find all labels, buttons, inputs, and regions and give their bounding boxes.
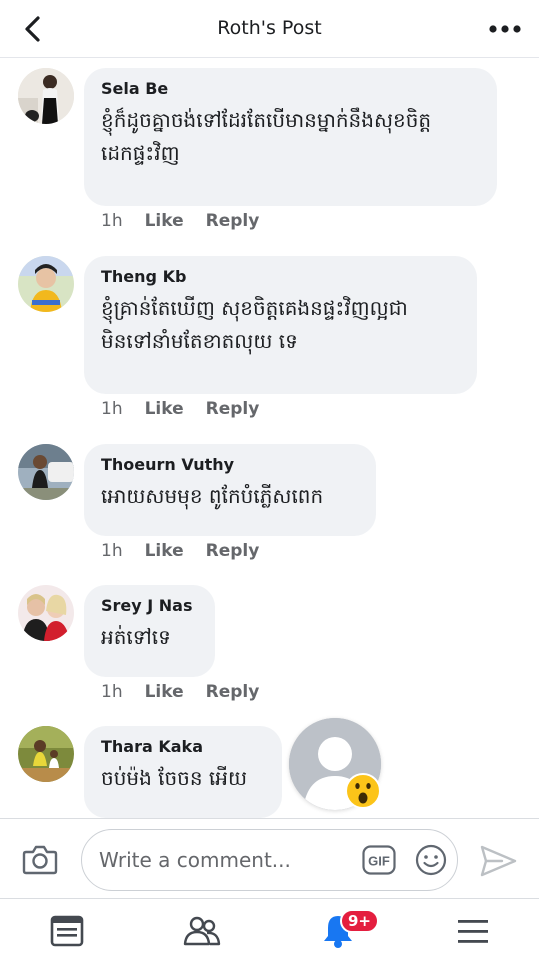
page-title: Roth's Post xyxy=(217,17,322,39)
gif-icon[interactable]: GIF xyxy=(362,845,396,875)
gif-label: GIF xyxy=(368,854,390,869)
comment-text-line: ចប់ម៉ង ចែចន អើយ xyxy=(101,766,248,790)
comment-text: អោយសមមុខ ពូកែបំភ្លើសពេក xyxy=(101,480,360,513)
bottom-navigation xyxy=(0,898,539,960)
camera-icon[interactable] xyxy=(22,841,58,877)
comment-author[interactable]: Theng Kb xyxy=(101,266,461,288)
comment-text: ខ្ញុំគ្រាន់តែឃើញ សុខចិត្តគេងនផ្ទះវិញល្អជ… xyxy=(101,292,461,358)
comment-bubble[interactable]: Sela Be ខ្ញុំក៏ដូចគ្នាចង់ទៅដែរតែបើមានម្ន… xyxy=(84,68,497,206)
comment-time: 1h xyxy=(101,682,123,702)
notification-badge: 9+ xyxy=(340,909,380,933)
comment-bubble[interactable]: Srey J Nas អត់ទៅទេ xyxy=(84,585,215,677)
like-button[interactable]: Like xyxy=(145,541,184,561)
emoji-icon[interactable] xyxy=(415,844,447,876)
friends-icon[interactable] xyxy=(182,911,222,951)
comment-text: ខ្ញុំក៏ដូចគ្នាចង់ទៅដែរតែបើមានម្នាក់នឹងសុ… xyxy=(101,104,481,170)
comment-list: Sela Be ខ្ញុំក៏ដូចគ្នាចង់ទៅដែរតែបើមានម្ន… xyxy=(0,58,539,818)
comment-input-placeholder: Write a comment... xyxy=(99,848,291,872)
reply-button[interactable]: Reply xyxy=(206,682,260,702)
comment-actions: 1h Like Reply xyxy=(101,541,259,561)
comment-author[interactable]: Sela Be xyxy=(101,78,481,100)
wow-reaction-icon xyxy=(345,773,381,809)
comment-text-line: អោយសមមុខ ពូកែបំភ្លើសពេក xyxy=(101,484,324,508)
comment-actions: 1h Like Reply xyxy=(101,682,259,702)
like-button[interactable]: Like xyxy=(145,682,184,702)
comment-text-line: ដេកផ្ទះវិញ xyxy=(101,141,180,165)
avatar[interactable] xyxy=(18,726,74,782)
reply-button[interactable]: Reply xyxy=(206,211,260,231)
avatar[interactable] xyxy=(18,68,74,124)
more-options-icon[interactable] xyxy=(487,14,523,44)
comment-composer: Write a comment... GIF xyxy=(0,818,539,898)
comment-author[interactable]: Thara Kaka xyxy=(101,736,266,758)
comment-text: ចប់ម៉ង ចែចន អើយ xyxy=(101,762,266,795)
comment-time: 1h xyxy=(101,211,123,231)
comment-input[interactable]: Write a comment... GIF xyxy=(81,829,458,891)
comment-bubble[interactable]: Thara Kaka ចប់ម៉ង ចែចន អើយ xyxy=(84,726,282,818)
comment-text-line: ខ្ញុំក៏ដូចគ្នាចង់ទៅដែរតែបើមានម្នាក់នឹងសុ… xyxy=(101,108,432,132)
avatar[interactable] xyxy=(18,444,74,500)
reply-button[interactable]: Reply xyxy=(206,541,260,561)
comment-text-line: ខ្ញុំគ្រាន់តែឃើញ សុខចិត្តគេងនផ្ទះវិញល្អជ… xyxy=(101,296,408,320)
comment-author[interactable]: Thoeurn Vuthy xyxy=(101,454,360,476)
send-icon[interactable] xyxy=(478,843,518,879)
top-bar: Roth's Post xyxy=(0,0,539,58)
avatar[interactable] xyxy=(18,585,74,641)
like-button[interactable]: Like xyxy=(145,399,184,419)
comment-time: 1h xyxy=(101,541,123,561)
comment-text-line: អត់ទៅទេ xyxy=(101,625,171,649)
comment-text: អត់ទៅទេ xyxy=(101,621,199,654)
like-button[interactable]: Like xyxy=(145,211,184,231)
comment-bubble[interactable]: Thoeurn Vuthy អោយសមមុខ ពូកែបំភ្លើសពេក xyxy=(84,444,376,536)
comment-bubble[interactable]: Theng Kb ខ្ញុំគ្រាន់តែឃើញ សុខចិត្តគេងនផ្… xyxy=(84,256,477,394)
comment-actions: 1h Like Reply xyxy=(101,211,259,231)
menu-icon[interactable] xyxy=(453,911,493,951)
comment-author[interactable]: Srey J Nas xyxy=(101,595,199,617)
comment-time: 1h xyxy=(101,399,123,419)
news-feed-icon[interactable] xyxy=(47,911,87,951)
comment-actions: 1h Like Reply xyxy=(101,399,259,419)
avatar[interactable] xyxy=(18,256,74,312)
comment-text-line: មិនទៅនាំមតែខាតលុយ ទេ xyxy=(101,329,298,353)
reply-button[interactable]: Reply xyxy=(206,399,260,419)
